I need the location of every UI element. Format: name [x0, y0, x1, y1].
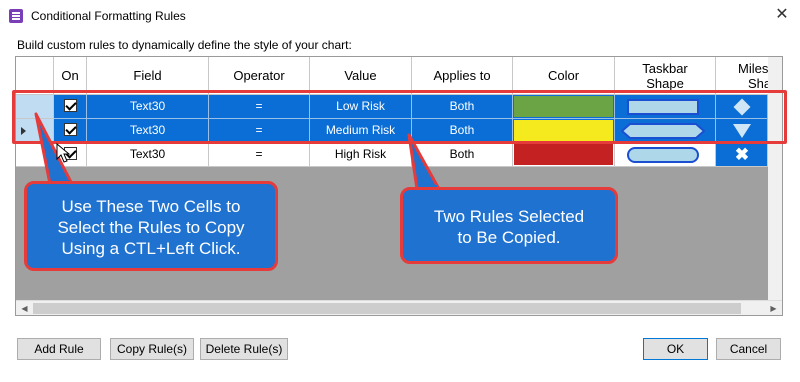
column-header-color[interactable]: Color	[513, 57, 615, 95]
column-header-operator[interactable]: Operator	[209, 57, 310, 95]
taskbar-shape-cell[interactable]	[615, 119, 716, 143]
instructions-text: Build custom rules to dynamically define…	[17, 38, 352, 52]
color-cell[interactable]	[513, 143, 615, 167]
field-cell[interactable]: Text30	[87, 95, 209, 119]
callout-text: Use These Two Cells to	[61, 197, 241, 216]
scroll-right-icon[interactable]: ▶	[766, 302, 781, 315]
horizontal-scrollbar[interactable]: ◀ ▶	[16, 300, 782, 315]
field-cell[interactable]: Text30	[87, 143, 209, 167]
title-bar: Conditional Formatting Rules ✕	[0, 0, 800, 32]
callout-select-cells: Use These Two Cells to Select the Rules …	[24, 181, 278, 271]
app-icon	[9, 9, 23, 23]
ok-button[interactable]: OK	[643, 338, 708, 360]
column-header-label: Applies to	[433, 68, 491, 83]
taskbar-shape-cell[interactable]	[615, 95, 716, 119]
column-header-label: On	[61, 68, 79, 83]
applies-to-cell[interactable]: Both	[412, 95, 513, 119]
column-header-field[interactable]: Field	[87, 57, 209, 95]
callout-text: Using a CTL+Left Click.	[61, 239, 241, 258]
color-swatch	[514, 120, 613, 141]
column-header-label: Color	[547, 68, 580, 83]
scroll-left-icon[interactable]: ◀	[17, 302, 32, 315]
column-header-on[interactable]: On	[54, 57, 87, 95]
add-rule-button[interactable]: Add Rule	[17, 338, 101, 360]
rounded-shape-icon	[627, 147, 699, 163]
column-header-label: Taskbar	[642, 61, 688, 76]
color-cell[interactable]	[513, 95, 615, 119]
milestone-shape-cell[interactable]	[716, 95, 768, 119]
field-cell[interactable]: Text30	[87, 119, 209, 143]
callout-text: Two Rules Selected	[433, 207, 585, 226]
column-header-taskbar-shape[interactable]: Taskbar Shape	[615, 57, 716, 95]
rectangle-shape-icon	[627, 99, 699, 115]
x-shape-icon: ✖	[734, 145, 750, 164]
copy-rules-button[interactable]: Copy Rule(s)	[110, 338, 194, 360]
column-header-label: Operator	[233, 68, 285, 83]
value-cell[interactable]: Low Risk	[310, 95, 412, 119]
diamond-icon	[733, 98, 751, 116]
column-header-label: Shape	[646, 76, 684, 91]
operator-cell[interactable]: =	[209, 119, 310, 143]
cancel-button[interactable]: Cancel	[716, 338, 781, 360]
column-header-applies-to[interactable]: Applies to	[412, 57, 513, 95]
callout-text: Select the Rules to Copy	[57, 218, 245, 237]
enabled-checkbox[interactable]	[63, 99, 77, 113]
color-swatch	[514, 96, 613, 117]
milestone-shape-cell[interactable]: ✖	[716, 143, 768, 167]
color-swatch	[514, 144, 613, 165]
milestone-shape-cell[interactable]	[716, 119, 768, 143]
hexagon-shape-icon	[621, 123, 705, 139]
callout-two-rules: Two Rules Selected to Be Copied.	[400, 187, 618, 264]
vertical-scrollbar[interactable]	[768, 57, 782, 300]
window-title: Conditional Formatting Rules	[31, 9, 186, 23]
operator-cell[interactable]: =	[209, 143, 310, 167]
operator-cell[interactable]: =	[209, 95, 310, 119]
taskbar-shape-cell[interactable]	[615, 143, 716, 167]
callout-pointer-right	[407, 133, 441, 191]
color-cell[interactable]	[513, 119, 615, 143]
column-header-label: Field	[133, 68, 162, 83]
mouse-cursor-icon	[56, 143, 71, 163]
column-header-value[interactable]: Value	[310, 57, 412, 95]
triangle-down-icon	[733, 124, 751, 138]
grid-corner-header	[16, 57, 54, 95]
column-header-label: Value	[344, 68, 377, 83]
scroll-thumb[interactable]	[33, 303, 741, 314]
callout-text: to Be Copied.	[457, 228, 561, 247]
close-icon[interactable]: ✕	[772, 5, 792, 25]
delete-rules-button[interactable]: Delete Rule(s)	[200, 338, 288, 360]
